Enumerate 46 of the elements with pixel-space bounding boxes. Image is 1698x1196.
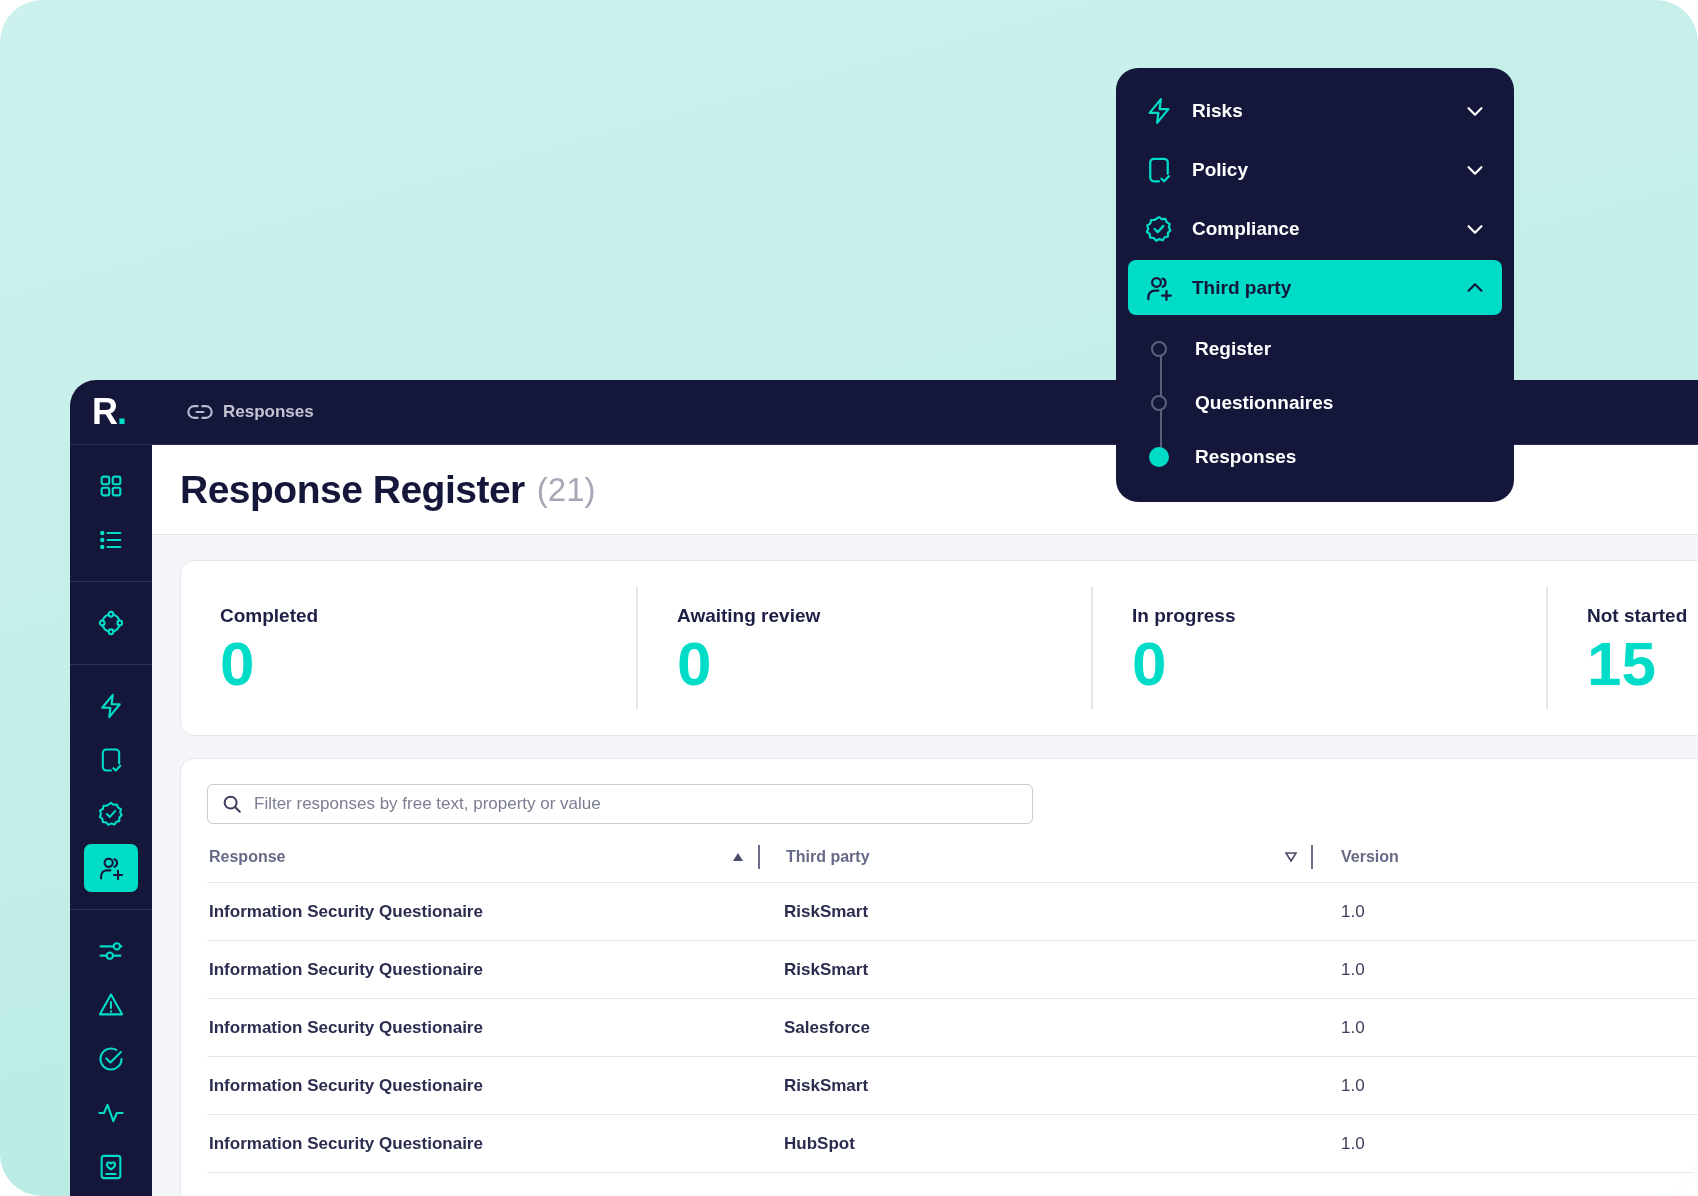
nodes-icon (97, 609, 125, 637)
table-cell: Information Security Questionaire (209, 1017, 483, 1038)
table-cell: 1.0 (1341, 959, 1365, 980)
sidebar-button[interactable] (84, 844, 138, 892)
stat-value: 0 (220, 633, 255, 695)
sort-up-icon[interactable] (732, 851, 744, 863)
column-header[interactable]: Third party (786, 848, 870, 866)
table-cell: Salesforce (784, 1017, 870, 1038)
table-cell: 1.0 (1341, 1133, 1365, 1154)
menu-item[interactable]: Policy (1128, 140, 1502, 199)
submenu-item[interactable]: Register (1195, 338, 1272, 360)
page-title: Response Register (180, 467, 525, 512)
badge-check-icon (97, 800, 125, 828)
record-count: (21) (536, 470, 596, 509)
table-cell: HubSpot (784, 1133, 855, 1154)
table-cell: Information Security Questionaire (209, 1133, 483, 1154)
logo: R. (91, 391, 127, 433)
menu-item[interactable]: Third party (1128, 260, 1502, 315)
table-cell: Information Security Questionaire (209, 959, 483, 980)
breadcrumb-link[interactable]: Responses (223, 402, 314, 422)
search-icon (221, 793, 243, 815)
table-cell: Information Security Questionaire (209, 901, 483, 922)
stat-label: Completed (220, 605, 319, 627)
search-field[interactable]: Filter responses by free text, property or value (207, 784, 1033, 824)
stat-value: 0 (677, 633, 712, 695)
table-cell: RiskSmart (784, 1075, 869, 1096)
table-cell: RiskSmart (784, 959, 869, 980)
menu-item[interactable]: Risks (1128, 81, 1502, 140)
stat-value: 0 (1132, 633, 1167, 695)
submenu-item[interactable]: Responses (1195, 446, 1297, 468)
table-cell: Information Security Questionaire (209, 1075, 483, 1096)
stat-label: Not started (1587, 605, 1688, 627)
stat-label: Awaiting review (677, 605, 821, 627)
column-header[interactable]: Response (209, 848, 286, 866)
badge-check-icon (1144, 213, 1174, 244)
check-circle-icon (97, 1045, 125, 1073)
submenu-item[interactable]: Questionnaires (1195, 392, 1334, 414)
sort-down-icon[interactable] (1285, 851, 1297, 863)
table-cell: RiskSmart (784, 901, 869, 922)
table-cell: 1.0 (1341, 1075, 1365, 1096)
menu-item[interactable]: Compliance (1128, 199, 1502, 258)
column-header[interactable]: Version (1341, 848, 1399, 866)
table-cell: 1.0 (1341, 1017, 1365, 1038)
table-cell: 1.0 (1341, 901, 1365, 922)
stat-label: In progress (1132, 605, 1236, 627)
stat-value: 15 (1587, 633, 1656, 695)
